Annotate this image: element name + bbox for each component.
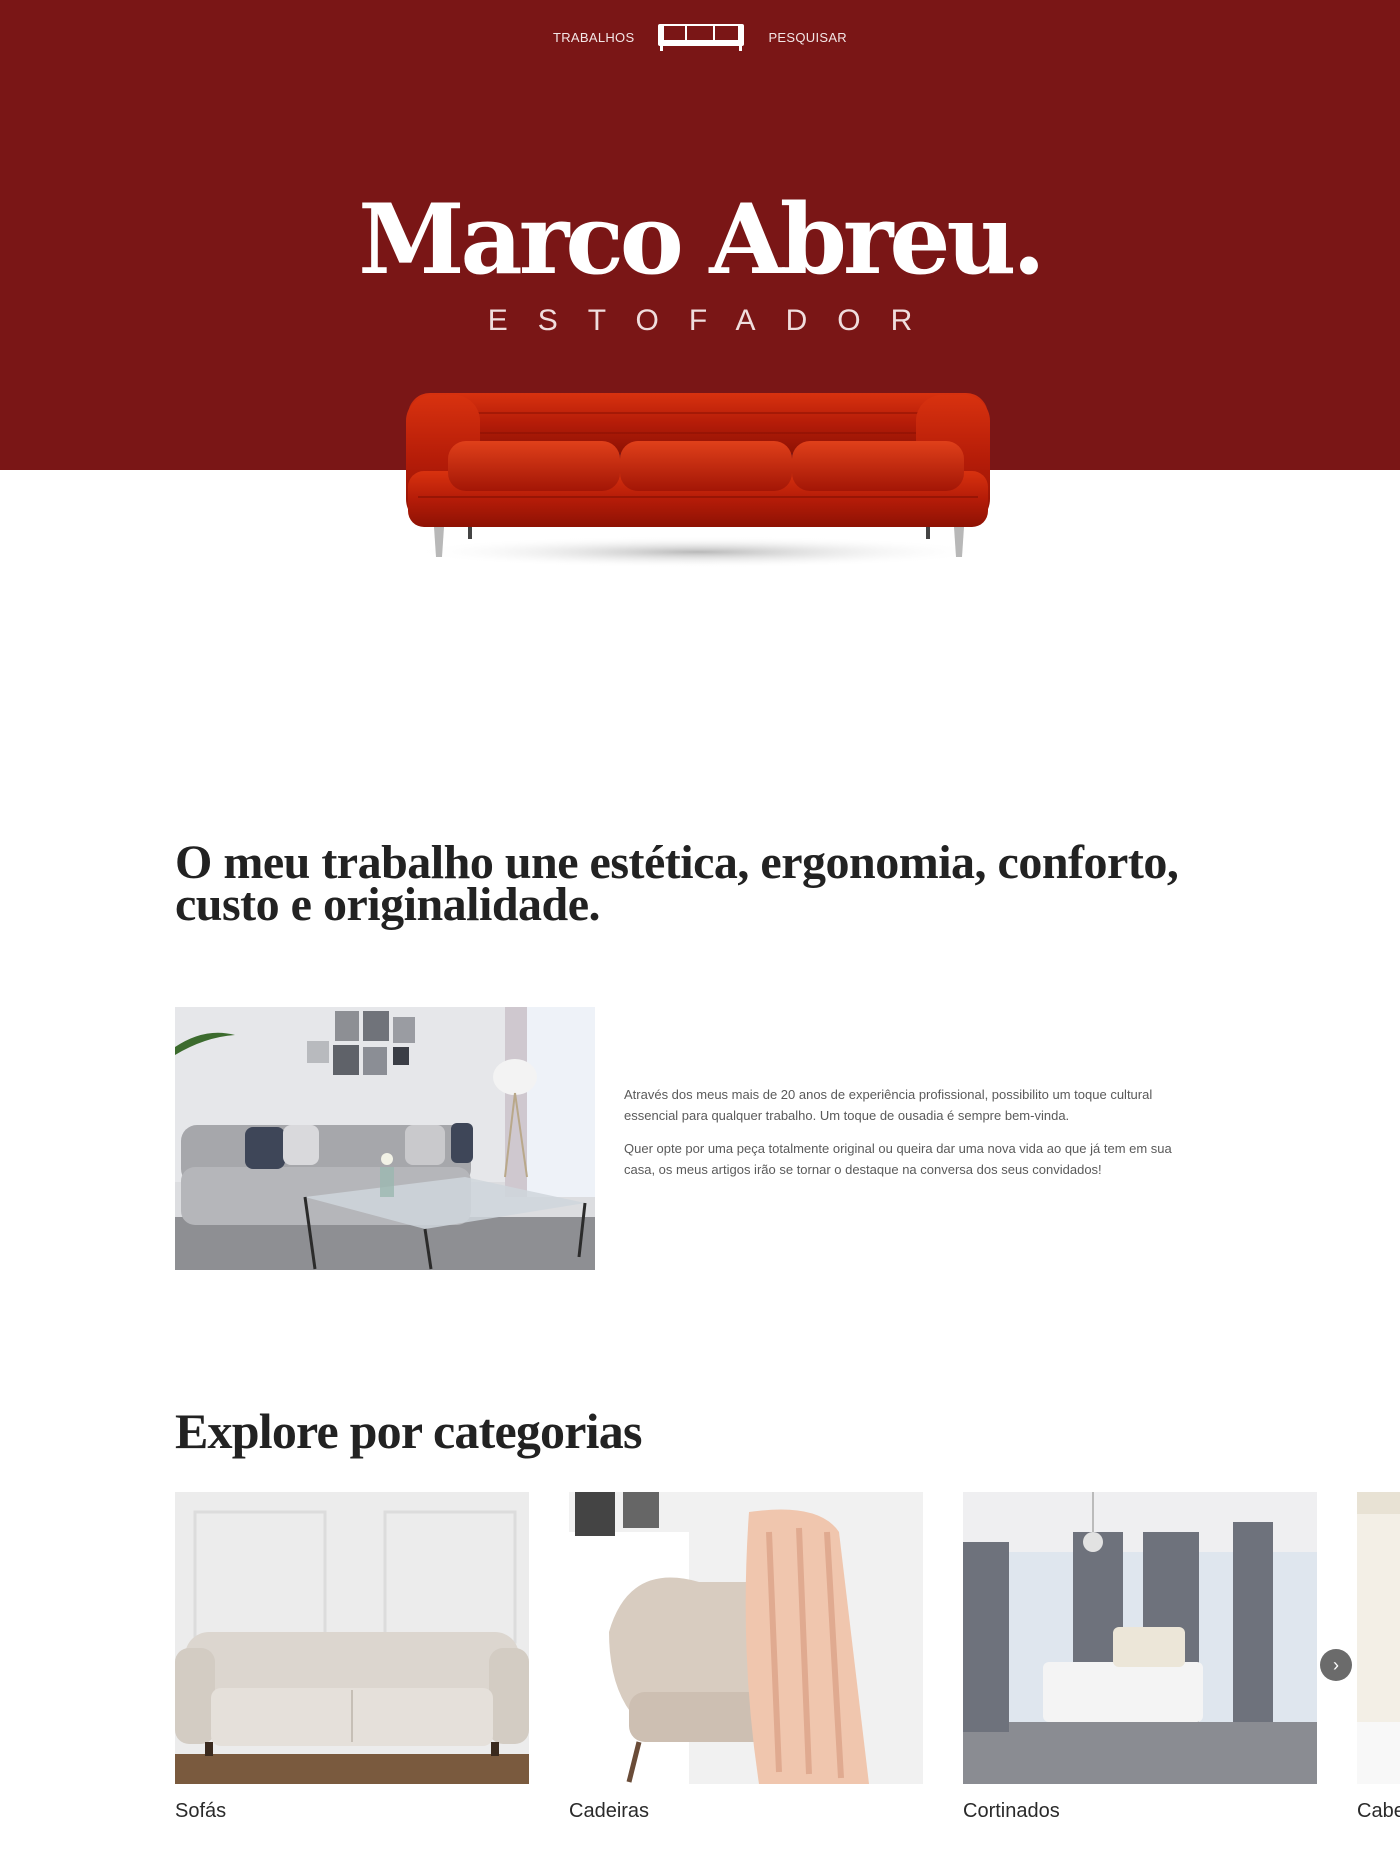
category-label: Cortinados <box>963 1800 1060 1822</box>
living-room-image <box>175 1007 595 1270</box>
sofas-image <box>175 1492 529 1784</box>
categories-heading: Explore por categorias <box>175 1403 642 1459</box>
category-label: Cabe <box>1357 1800 1400 1822</box>
intro-paragraph-1: Através dos meus mais de 20 anos de expe… <box>624 1087 1153 1123</box>
sofa-logo-icon[interactable] <box>656 22 746 52</box>
carousel-next-button[interactable]: › <box>1320 1649 1352 1681</box>
category-card-cadeiras[interactable]: Cadeiras <box>569 1492 923 1823</box>
cortinados-image <box>963 1492 1317 1784</box>
category-card-sofas[interactable]: Sofás <box>175 1492 529 1823</box>
category-label: Sofás <box>175 1800 227 1822</box>
nav-link-pesquisar[interactable]: PESQUISAR <box>768 30 847 45</box>
brand-tagline: ESTOFADOR <box>487 304 943 337</box>
cadeiras-image <box>569 1492 923 1784</box>
intro-text: Através dos meus mais de 20 anos de expe… <box>624 1084 1184 1192</box>
nav-link-trabalhos[interactable]: TRABALHOS <box>553 30 634 45</box>
intro-paragraph-2: Quer opte por uma peça totalmente origin… <box>624 1141 1172 1177</box>
brand-title: Marco Abreu. <box>358 183 1045 296</box>
category-card-cabeceiras[interactable]: Cabe <box>1357 1492 1400 1823</box>
hero-sofa-image <box>406 393 990 568</box>
categories-carousel: Sofás Cadeiras Cortinados Cabe <box>175 1492 1400 1852</box>
cabeceiras-image <box>1357 1492 1400 1784</box>
chevron-right-icon: › <box>1333 1654 1339 1675</box>
category-card-cortinados[interactable]: Cortinados <box>963 1492 1317 1823</box>
top-nav: TRABALHOS PESQUISAR <box>0 22 1400 52</box>
category-label: Cadeiras <box>569 1800 650 1822</box>
intro-heading: O meu trabalho une estética, ergonomia, … <box>175 836 1179 931</box>
